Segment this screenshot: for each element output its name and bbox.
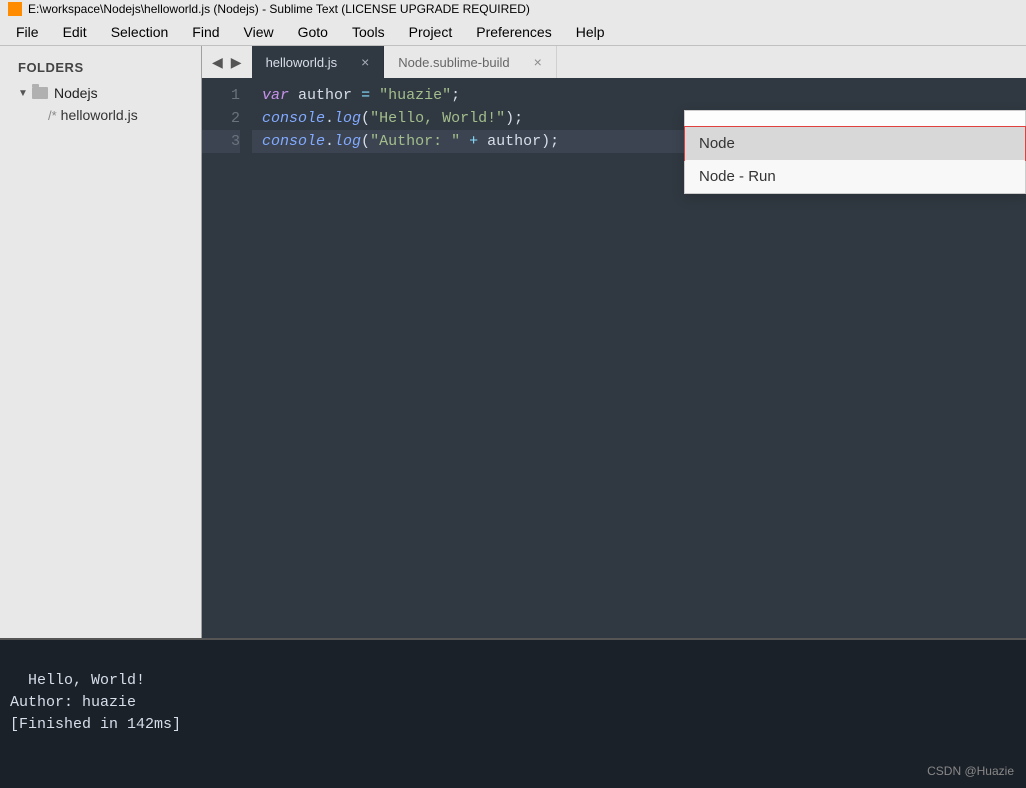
build-system-popup: NodeNode - Run (684, 110, 1026, 194)
tab-helloworld-js[interactable]: helloworld.js × (252, 46, 385, 78)
tab-nav-arrows: ◀ ▶ (202, 46, 252, 78)
titlebar: E:\workspace\Nodejs\helloworld.js (Nodej… (0, 0, 1026, 18)
nav-forward-icon[interactable]: ▶ (229, 54, 244, 71)
sidebar-header: FOLDERS (0, 56, 201, 83)
tab-bar: ◀ ▶ helloworld.js × Node.sublime-build × (202, 46, 1026, 78)
app-icon (8, 2, 22, 16)
nav-back-icon[interactable]: ◀ (210, 54, 225, 71)
menu-selection[interactable]: Selection (99, 20, 181, 44)
build-output-panel[interactable]: Hello, World! Author: huazie [Finished i… (0, 638, 1026, 788)
watermark: CSDN @Huazie (927, 760, 1014, 782)
menu-help[interactable]: Help (564, 20, 617, 44)
sidebar-folder-root[interactable]: ▼ Nodejs (0, 83, 201, 103)
line-number: 1 (202, 84, 240, 107)
menu-edit[interactable]: Edit (51, 20, 99, 44)
menu-goto[interactable]: Goto (286, 20, 340, 44)
line-number: 3 (202, 130, 240, 153)
close-icon[interactable]: × (534, 54, 542, 70)
gutter: 123 (202, 84, 252, 638)
build-option-node[interactable]: Node (684, 126, 1026, 161)
menubar: FileEditSelectionFindViewGotoToolsProjec… (0, 18, 1026, 46)
file-type-icon: /* (48, 108, 57, 123)
folder-label: Nodejs (54, 85, 98, 101)
folder-icon (32, 87, 48, 99)
sidebar: FOLDERS ▼ Nodejs /* helloworld.js (0, 46, 202, 638)
menu-view[interactable]: View (232, 20, 286, 44)
menu-file[interactable]: File (4, 20, 51, 44)
window-title: E:\workspace\Nodejs\helloworld.js (Nodej… (28, 2, 530, 16)
build-output-text: Hello, World! Author: huazie [Finished i… (10, 672, 181, 733)
chevron-down-icon: ▼ (18, 88, 30, 99)
tab-label: Node.sublime-build (398, 55, 509, 70)
sidebar-file-item[interactable]: /* helloworld.js (0, 103, 201, 127)
menu-tools[interactable]: Tools (340, 20, 397, 44)
menu-find[interactable]: Find (180, 20, 231, 44)
close-icon[interactable]: × (361, 54, 369, 70)
file-label: helloworld.js (61, 107, 138, 123)
tab-Node-sublime-build[interactable]: Node.sublime-build × (384, 46, 556, 78)
popup-header-spacer (685, 111, 1025, 127)
tab-label: helloworld.js (266, 55, 338, 70)
line-number: 2 (202, 107, 240, 130)
menu-project[interactable]: Project (397, 20, 465, 44)
build-option-node---run[interactable]: Node - Run (685, 160, 1025, 193)
code-line[interactable]: var author = "huazie"; (252, 84, 1026, 107)
menu-preferences[interactable]: Preferences (464, 20, 563, 44)
